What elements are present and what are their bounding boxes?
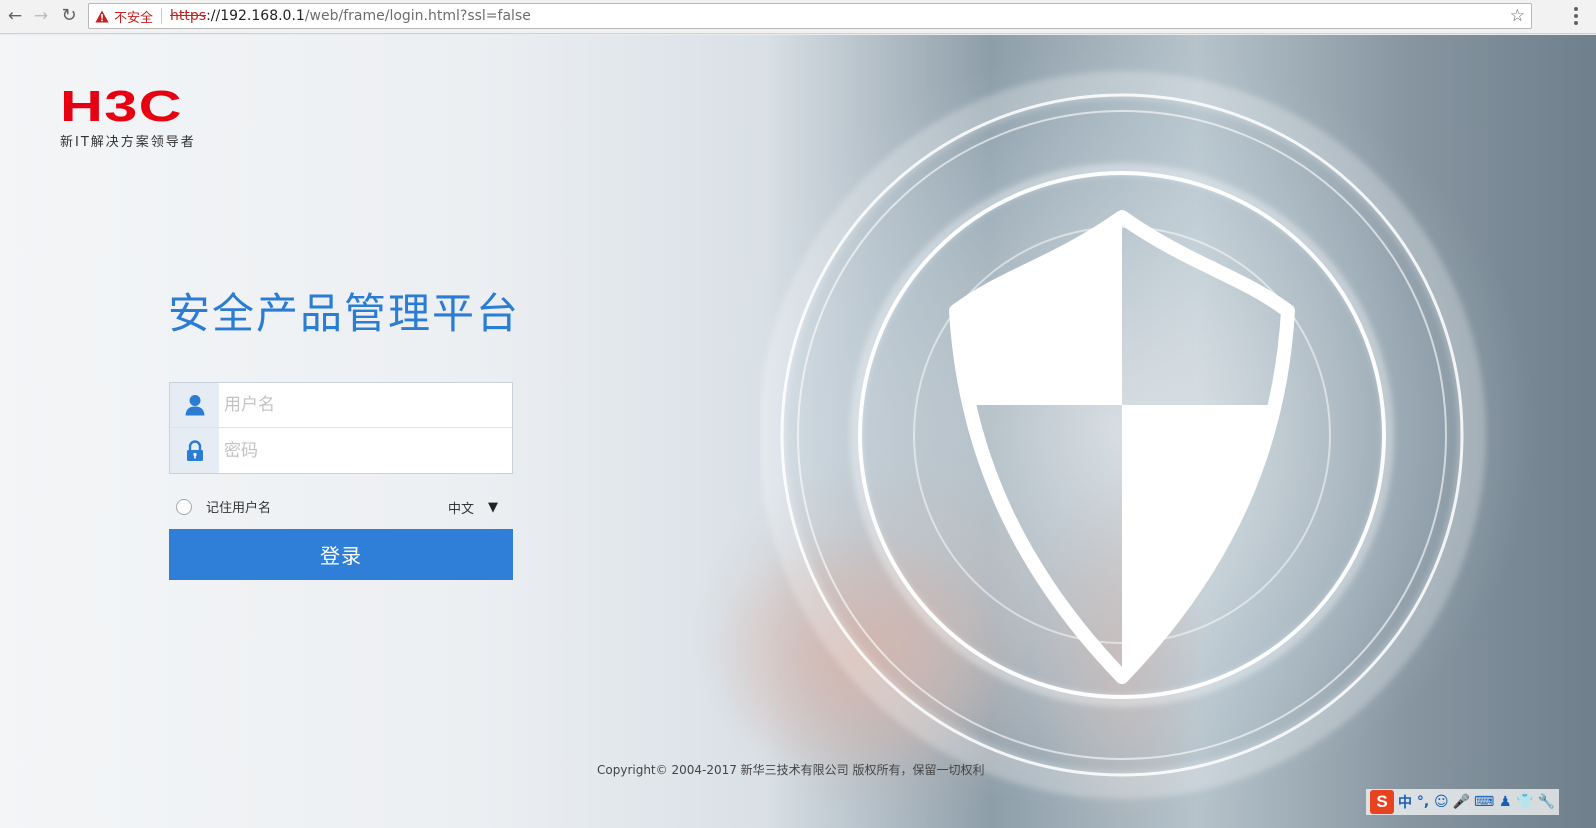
remember-radio[interactable] [176, 498, 192, 515]
url-host: ://192.168.0.1 [206, 8, 305, 24]
ime-chinese-mode-icon[interactable]: 中 [1398, 792, 1412, 812]
warning-icon [95, 10, 109, 22]
username-row [170, 383, 512, 428]
copyright-text: Copyright© 2004-2017 新华三技术有限公司 版权所有，保留一切… [597, 763, 985, 777]
ime-voice-icon[interactable]: 🎤 [1453, 794, 1470, 810]
user-icon [170, 383, 219, 427]
url-scheme: https [170, 8, 207, 24]
url-path: /web/frame/login.html?ssl=false [304, 8, 531, 24]
sogou-ime-icon[interactable]: S [1370, 790, 1394, 814]
forward-arrow-icon[interactable]: → [30, 5, 52, 27]
ime-toolbar: S 中 °, ☺ 🎤 ⌨ ♟ 👕 🔧 [1366, 789, 1560, 815]
ime-keyboard-icon[interactable]: ⌨ [1474, 794, 1494, 810]
lock-icon [170, 428, 219, 473]
language-select[interactable]: 中文 ▼ [448, 498, 498, 517]
browser-menu-icon[interactable] [1566, 5, 1586, 27]
login-form [169, 382, 513, 474]
login-button[interactable]: 登录 [169, 529, 513, 580]
ime-punctuation-icon[interactable]: °, [1416, 794, 1430, 810]
ime-user-icon[interactable]: ♟ [1498, 794, 1512, 810]
back-arrow-icon[interactable]: ← [4, 5, 26, 27]
login-page: H3C 新IT解决方案领导者 安全产品管理平台 用户名 记住用户名 中文 ▼ 登… [0, 35, 1596, 828]
security-status-label[interactable]: 不安全 [114, 7, 153, 26]
ime-tools-icon[interactable]: 🔧 [1538, 794, 1555, 810]
password-row [170, 428, 512, 473]
language-value: 中文 [448, 502, 475, 517]
page-title: 安全产品管理平台 [168, 289, 521, 338]
bookmark-star-icon[interactable]: ☆ [1510, 6, 1525, 26]
logo-slogan: 新IT解决方案领导者 [60, 135, 196, 150]
reload-icon[interactable]: ↻ [58, 5, 80, 27]
username-input[interactable] [219, 383, 512, 427]
ime-skin-icon[interactable]: 👕 [1516, 794, 1533, 810]
h3c-logo: H3C 新IT解决方案领导者 [60, 85, 196, 151]
logo-brand: H3C [60, 82, 183, 131]
address-divider [161, 8, 163, 24]
ime-emoji-icon[interactable]: ☺ [1434, 794, 1449, 810]
address-bar[interactable]: 不安全 https://192.168.0.1/web/frame/login.… [88, 3, 1532, 29]
remember-username[interactable]: 记住用户名 [176, 497, 271, 516]
security-shield-graphic [760, 71, 1486, 799]
remember-label: 记住用户名 [206, 501, 272, 516]
dropdown-caret-icon: ▼ [488, 500, 499, 515]
password-input[interactable] [219, 428, 512, 473]
browser-toolbar: ← → ↻ 不安全 https://192.168.0.1/web/frame/… [0, 0, 1596, 34]
